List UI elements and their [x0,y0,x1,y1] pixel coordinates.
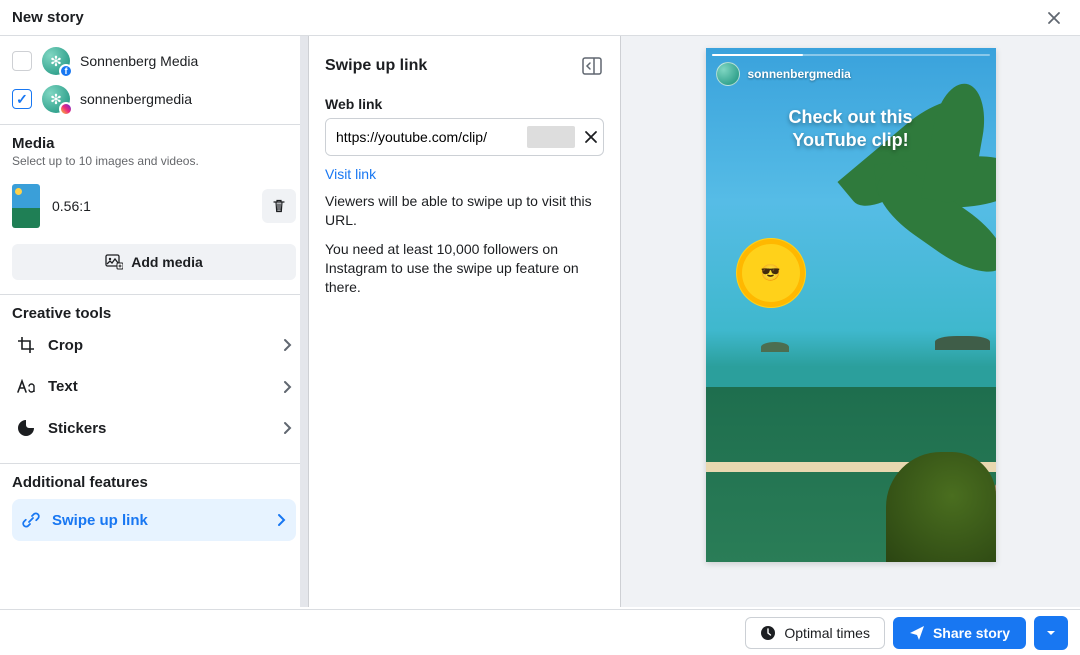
swipe-up-label: Swipe up link [52,512,264,529]
share-story-label: Share story [933,625,1010,641]
story-username: sonnenbergmedia [748,67,851,81]
link-icon [22,511,40,529]
close-icon [1046,10,1062,26]
creative-tool-text[interactable]: Text [12,366,296,407]
optimal-times-button[interactable]: Optimal times [745,617,885,649]
url-redacted-mask [527,126,575,148]
visit-link[interactable]: Visit link [325,166,376,182]
facebook-badge-icon: f [59,64,73,78]
story-avatar [716,62,740,86]
media-thumbnail [12,184,40,228]
account-row-facebook[interactable]: ✻ f Sonnenberg Media [0,42,308,80]
account-row-instagram[interactable]: ✓ ✻ sonnenbergmedia [0,80,308,118]
panel-toggle-button[interactable] [580,54,604,78]
swipe-help-text-1: Viewers will be able to swipe up to visi… [325,192,604,230]
media-item[interactable]: 0.56:1 [12,180,296,232]
account-checkbox[interactable] [12,51,32,71]
media-section-title: Media [12,135,296,152]
creative-tools-title: Creative tools [12,305,296,322]
swipe-panel-title: Swipe up link [325,57,427,75]
creative-tool-crop[interactable]: Crop [12,324,296,366]
instagram-badge-icon [59,102,73,116]
close-button[interactable] [1040,4,1068,32]
media-ratio: 0.56:1 [52,198,250,214]
send-icon [909,625,925,641]
clock-icon [760,625,776,641]
swipe-help-text-2: You need at least 10,000 followers on In… [325,240,604,297]
crop-icon [17,336,35,354]
add-media-button[interactable]: Add media [12,244,296,280]
share-dropdown-button[interactable] [1034,616,1068,650]
web-link-input[interactable] [326,119,527,155]
image-plus-icon [105,254,123,270]
web-link-label: Web link [325,96,604,112]
chevron-right-icon [282,421,292,435]
account-checkbox[interactable]: ✓ [12,89,32,109]
account-name: sonnenbergmedia [80,91,192,107]
page-title: New story [12,9,84,26]
sun-sticker: 😎 [742,244,800,302]
web-link-input-wrap[interactable] [325,118,604,156]
close-icon [584,130,598,144]
chevron-right-icon [276,513,286,527]
optimal-times-label: Optimal times [784,625,870,641]
story-progress-bar [712,54,990,56]
account-name: Sonnenberg Media [80,53,198,69]
story-preview: sonnenbergmedia Check out this YouTube c… [706,48,996,562]
caret-down-icon [1045,627,1057,639]
additional-features-title: Additional features [12,474,296,491]
avatar: ✻ [42,85,70,113]
text-icon [16,379,36,395]
swipe-up-link-item[interactable]: Swipe up link [12,499,296,541]
panel-icon [582,57,602,75]
chevron-right-icon [282,338,292,352]
add-media-label: Add media [131,254,203,270]
clear-input-button[interactable] [579,130,603,144]
delete-media-button[interactable] [262,189,296,223]
chevron-right-icon [282,380,292,394]
avatar: ✻ f [42,47,70,75]
creative-tool-stickers[interactable]: Stickers [12,407,296,449]
tool-label: Text [48,378,270,395]
sticker-icon [17,419,35,437]
tool-label: Crop [48,337,270,354]
story-preview-area: sonnenbergmedia Check out this YouTube c… [621,36,1080,607]
story-overlay-text: Check out this YouTube clip! [706,106,996,151]
media-section-subtitle: Select up to 10 images and videos. [12,154,296,168]
tool-label: Stickers [48,420,270,437]
share-story-button[interactable]: Share story [893,617,1026,649]
trash-icon [271,198,287,214]
